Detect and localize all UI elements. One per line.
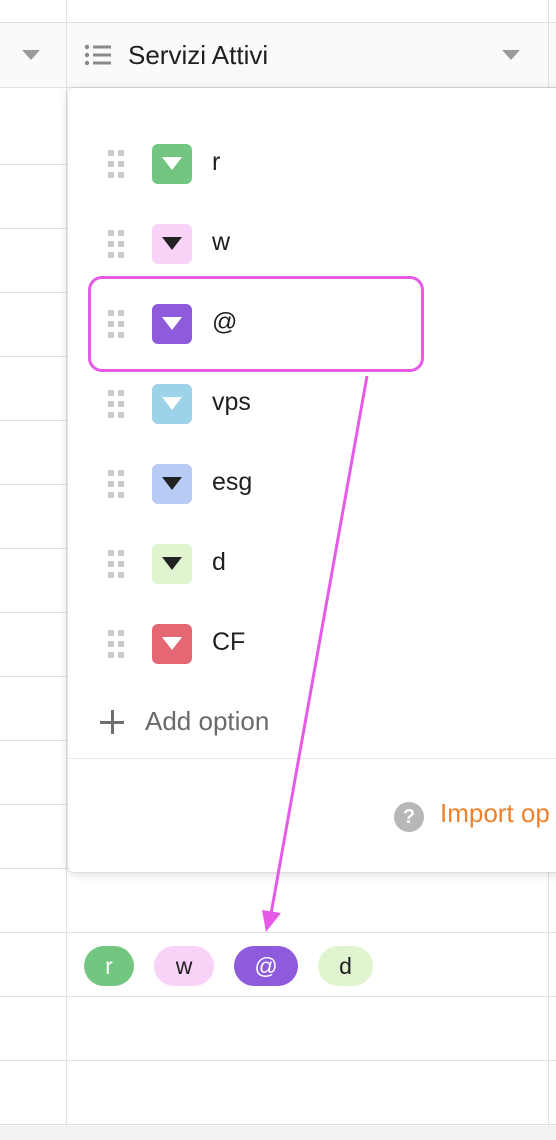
import-options-link[interactable]: Import op: [440, 798, 550, 829]
option-label[interactable]: d: [212, 548, 226, 577]
select-options-panel: r w @ vps esg d CF Add option ? Import o…: [68, 88, 556, 872]
add-option-label: Add option: [145, 706, 270, 736]
list-icon: [84, 44, 111, 66]
chevron-down-icon[interactable]: [502, 50, 520, 60]
drag-handle-icon[interactable]: [108, 230, 124, 258]
option-label[interactable]: CF: [212, 628, 245, 657]
cell-tag[interactable]: @: [234, 946, 298, 986]
grid-footer: [0, 1126, 556, 1140]
option-item[interactable]: vps: [68, 372, 556, 432]
drag-handle-icon[interactable]: [108, 470, 124, 498]
caret-down-icon: [162, 397, 182, 410]
row-divider: [0, 932, 556, 933]
cell-tag[interactable]: w: [154, 946, 214, 986]
option-label[interactable]: r: [212, 148, 220, 177]
option-item[interactable]: d: [68, 532, 556, 592]
option-item[interactable]: CF: [68, 612, 556, 672]
row-divider: [0, 1060, 556, 1061]
plus-icon: [100, 710, 124, 734]
caret-down-icon: [162, 157, 182, 170]
option-label[interactable]: esg: [212, 468, 252, 497]
add-option-button[interactable]: Add option: [98, 702, 398, 742]
row-divider: [0, 1124, 556, 1125]
option-color-swatch[interactable]: [152, 224, 192, 264]
option-label[interactable]: w: [212, 228, 230, 257]
column-divider: [66, 0, 67, 1140]
caret-down-icon: [162, 637, 182, 650]
panel-divider: [68, 758, 556, 759]
cell-tag[interactable]: d: [318, 946, 373, 986]
caret-down-icon: [162, 237, 182, 250]
caret-down-icon: [162, 477, 182, 490]
question-icon[interactable]: ?: [394, 802, 424, 832]
drag-handle-icon[interactable]: [108, 630, 124, 658]
drag-handle-icon[interactable]: [108, 390, 124, 418]
option-color-swatch[interactable]: [152, 384, 192, 424]
option-color-swatch[interactable]: [152, 624, 192, 664]
option-item[interactable]: r: [68, 132, 556, 192]
option-color-swatch[interactable]: [152, 144, 192, 184]
drag-handle-icon[interactable]: [108, 150, 124, 178]
option-label[interactable]: vps: [212, 388, 251, 417]
caret-down-icon: [162, 557, 182, 570]
annotation-highlight-box: [88, 276, 424, 372]
option-color-swatch[interactable]: [152, 544, 192, 584]
option-color-swatch[interactable]: [152, 464, 192, 504]
cell-tag[interactable]: r: [84, 946, 134, 986]
option-item[interactable]: w: [68, 212, 556, 272]
column-title[interactable]: Servizi Attivi: [128, 40, 268, 71]
row-divider: [0, 996, 556, 997]
drag-handle-icon[interactable]: [108, 550, 124, 578]
option-item[interactable]: esg: [68, 452, 556, 512]
prev-column-chevron-down-icon[interactable]: [22, 50, 40, 60]
